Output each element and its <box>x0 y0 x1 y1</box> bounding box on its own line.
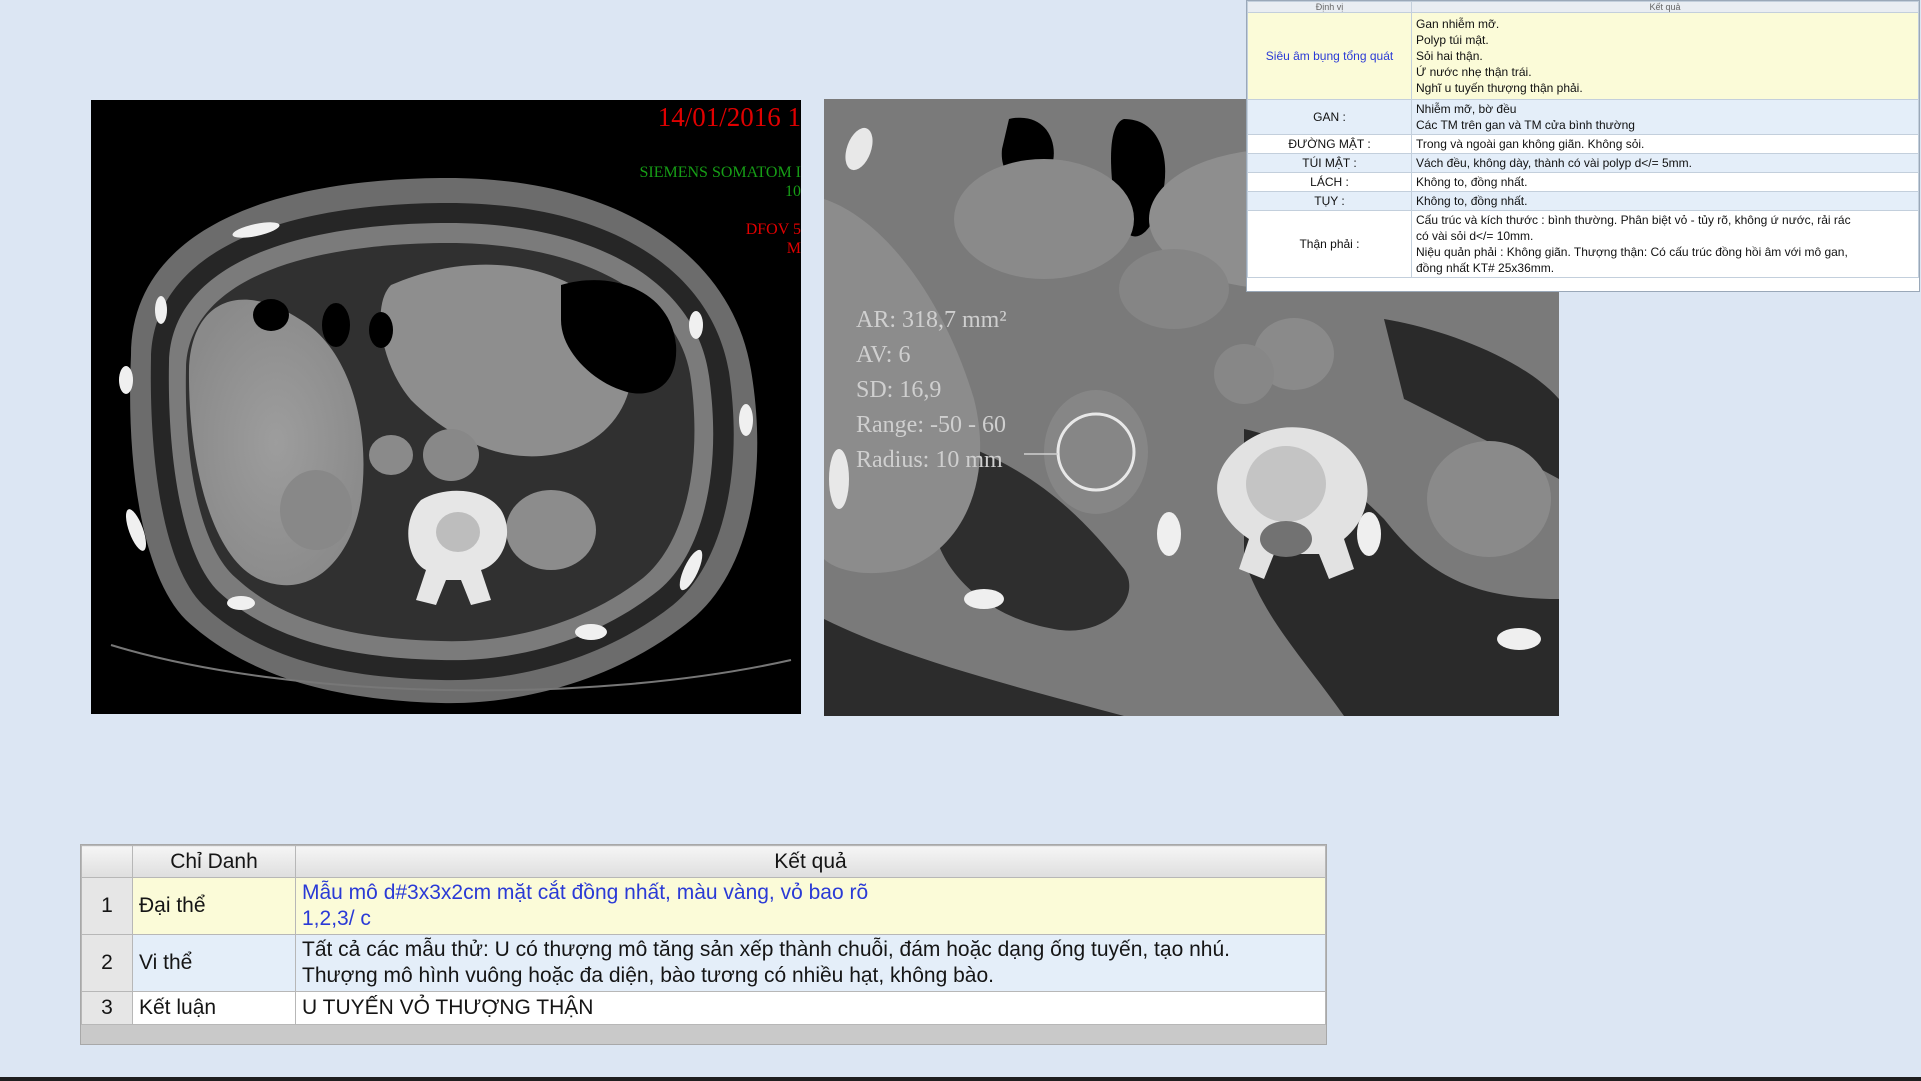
row-result: Tất cả các mẫu thử: U có thượng mô tăng … <box>295 934 1326 992</box>
row-result: Nhiễm mỡ, bờ đều Các TM trên gan và TM c… <box>1411 99 1919 135</box>
row-label: LÁCH : <box>1247 172 1412 192</box>
table-row: GAN : Nhiễm mỡ, bờ đều Các TM trên gan v… <box>1247 99 1919 135</box>
result-line: Gan nhiễm mỡ. <box>1416 17 1500 31</box>
table-row: LÁCH : Không to, đồng nhất. <box>1247 172 1919 192</box>
row-number: 3 <box>81 991 133 1025</box>
row-result: Không to, đồng nhất. <box>1411 191 1919 211</box>
table-row: ĐƯỜNG MẬT : Trong và ngoài gan không giã… <box>1247 134 1919 154</box>
row-result: Mẫu mô d#3x3x2cm mặt cắt đồng nhất, màu … <box>295 877 1326 935</box>
table-header-row: Chỉ Danh Kết quả <box>81 845 1326 878</box>
scanner-value: 10 <box>785 183 801 200</box>
pathology-result-table: Chỉ Danh Kết quả 1 Đại thể Mẫu mô d#3x3x… <box>80 844 1327 1045</box>
scanner-model: SIEMENS SOMATOM I <box>639 164 801 181</box>
row-label: GAN : <box>1247 99 1412 135</box>
table-row: TÚI MẬT : Vách đều, không dày, thành có … <box>1247 153 1919 173</box>
result-line: Polyp túi mật. <box>1416 33 1489 47</box>
roi-sd: SD: 16,9 <box>856 377 942 403</box>
table-row: Siêu âm bụng tổng quát Gan nhiễm mỡ. Pol… <box>1247 12 1919 100</box>
row-label: ĐƯỜNG MẬT : <box>1247 134 1412 154</box>
table-header-row: Định vị Kết quả <box>1247 1 1919 13</box>
result-line: Ứ nước nhẹ thận trái. <box>1416 65 1532 79</box>
result-line: đồng nhất KT# 25x36mm. <box>1416 261 1555 275</box>
row-result: U TUYẾN VỎ THƯỢNG THẬN <box>295 991 1326 1025</box>
result-line: Trong và ngoài gan không giãn. Không sỏi… <box>1416 137 1645 151</box>
result-line: Nghĩ u tuyến thượng thận phải. <box>1416 81 1583 95</box>
row-result: Vách đều, không dày, thành có vài polyp … <box>1411 153 1919 173</box>
column-header-index <box>81 845 133 878</box>
dfov-value: M <box>786 240 801 257</box>
table-row: Thận phải : Cấu trúc và kích thước : bìn… <box>1247 210 1919 278</box>
row-label: TỤY : <box>1247 191 1412 211</box>
row-result: Trong và ngoài gan không giãn. Không sỏi… <box>1411 134 1919 154</box>
result-line: 1,2,3/ c <box>302 907 371 930</box>
scan-date: 14/01/2016 1 <box>657 102 801 132</box>
result-line: Mẫu mô d#3x3x2cm mặt cắt đồng nhất, màu … <box>302 881 869 904</box>
result-line: Không to, đồng nhất. <box>1416 175 1528 189</box>
row-number: 2 <box>81 934 133 992</box>
row-name: Kết luận <box>132 991 296 1025</box>
ct-scan-axial-full: 14/01/2016 1 SIEMENS SOMATOM I 10 DFOV 5… <box>91 100 801 714</box>
result-line: Sỏi hai thận. <box>1416 49 1483 63</box>
column-header-result: Kết quả <box>1411 1 1919 13</box>
row-label: Siêu âm bụng tổng quát <box>1247 12 1412 100</box>
roi-area: AR: 318,7 mm² <box>856 307 1007 333</box>
column-header-name: Chỉ Danh <box>132 845 296 878</box>
ultrasound-report-table: Định vị Kết quả Siêu âm bụng tổng quát G… <box>1246 0 1920 292</box>
table-row[interactable]: 1 Đại thể Mẫu mô d#3x3x2cm mặt cắt đồng … <box>81 877 1326 935</box>
row-name: Đại thể <box>132 877 296 935</box>
ct-image-full <box>110 177 792 704</box>
result-line: có vài sỏi d</= 10mm. <box>1416 229 1534 243</box>
row-number: 1 <box>81 877 133 935</box>
result-line: U TUYẾN VỎ THƯỢNG THẬN <box>302 996 594 1019</box>
result-line: Các TM trên gan và TM cửa bình thường <box>1416 118 1635 132</box>
table-row[interactable]: 2 Vi thể Tất cả các mẫu thử: U có thượng… <box>81 934 1326 992</box>
roi-range: Range: -50 - 60 <box>856 412 1006 438</box>
roi-radius: Radius: 10 mm <box>856 447 1003 473</box>
row-result: Không to, đồng nhất. <box>1411 172 1919 192</box>
roi-mean: AV: 6 <box>856 342 911 368</box>
bottom-border <box>0 1077 1921 1081</box>
dfov-label: DFOV 5 <box>745 221 801 238</box>
table-row: TỤY : Không to, đồng nhất. <box>1247 191 1919 211</box>
result-line: Vách đều, không dày, thành có vài polyp … <box>1416 156 1692 170</box>
row-result: Cấu trúc và kích thước : bình thường. Ph… <box>1411 210 1919 278</box>
column-header-result: Kết quả <box>295 845 1326 878</box>
row-label: TÚI MẬT : <box>1247 153 1412 173</box>
row-label: Thận phải : <box>1247 210 1412 278</box>
table-row[interactable]: 3 Kết luận U TUYẾN VỎ THƯỢNG THẬN <box>81 991 1326 1025</box>
result-line: Không to, đồng nhất. <box>1416 194 1528 208</box>
row-result: Gan nhiễm mỡ. Polyp túi mật. Sỏi hai thậ… <box>1411 12 1919 100</box>
column-header-location: Định vị <box>1247 1 1412 13</box>
result-line: Thượng mô hình vuông hoặc đa diện, bào t… <box>302 964 994 987</box>
result-line: Niệu quản phải : Không giãn. Thượng thận… <box>1416 245 1848 259</box>
result-line: Nhiễm mỡ, bờ đều <box>1416 102 1517 116</box>
result-line: Tất cả các mẫu thử: U có thượng mô tăng … <box>302 938 1230 961</box>
row-name: Vi thể <box>132 934 296 992</box>
result-line: Cấu trúc và kích thước : bình thường. Ph… <box>1416 213 1851 227</box>
